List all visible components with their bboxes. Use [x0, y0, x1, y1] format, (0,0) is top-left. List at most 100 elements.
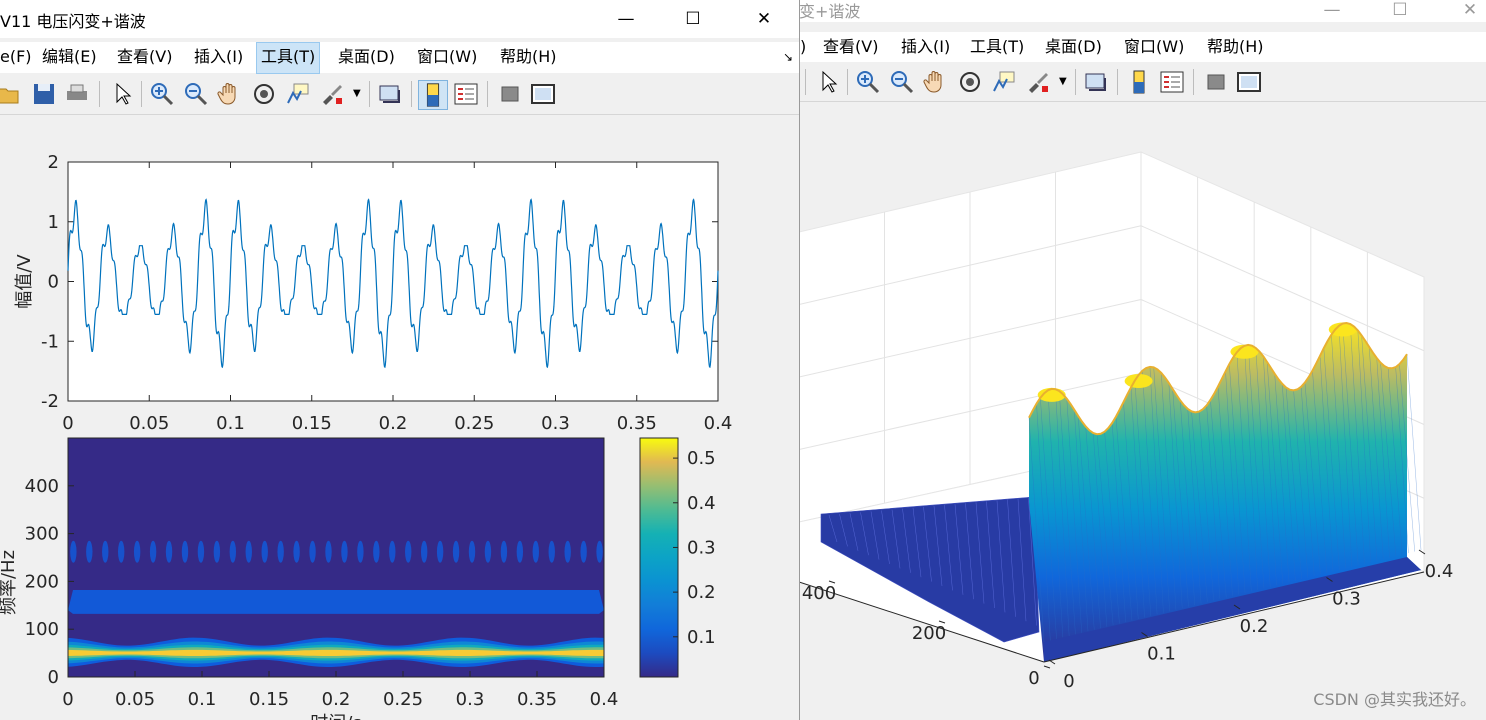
open-icon[interactable]	[0, 81, 22, 107]
line-plot[interactable]: 0 0.05 0.1 0.15 0.2 0.25 0.3 0.35 0.4 -2 -1 0 1 2 幅值/V	[0, 130, 799, 430]
band-250hz-spot	[325, 540, 332, 563]
pointer-icon[interactable]	[109, 81, 135, 107]
band-250hz-spot	[373, 540, 380, 563]
menu-tools[interactable]: 工具(T)	[256, 42, 321, 74]
menu-help[interactable]: 帮助(H)	[496, 42, 561, 72]
band-250hz-spot	[181, 540, 189, 563]
menu-file[interactable]: e(F)	[0, 42, 36, 72]
band-250hz-spot	[548, 540, 555, 563]
band-250hz-spot	[277, 540, 284, 563]
brush-icon[interactable]	[1025, 69, 1051, 95]
link-icon[interactable]	[377, 81, 403, 107]
menu-overflow-icon[interactable]: ↘	[783, 50, 793, 64]
zoom-in-icon[interactable]	[855, 69, 881, 95]
x-tick-label: 0.35	[517, 689, 557, 710]
data-cursor-icon[interactable]	[991, 69, 1017, 95]
hide-tools-icon[interactable]	[497, 81, 523, 107]
y-tick-label: 2	[48, 152, 59, 173]
colorbar-icon[interactable]	[1126, 69, 1152, 95]
menu-window[interactable]: 窗口(W)	[1120, 32, 1188, 62]
close-button[interactable]: ✕	[741, 0, 787, 38]
y-tick-label: 0	[48, 272, 59, 293]
x-tick-label: 0.25	[454, 413, 494, 430]
band-250hz-spot	[468, 540, 476, 563]
toolbar-separator	[1193, 69, 1194, 95]
y-tick-label: 300	[25, 524, 59, 545]
x-tick-label: 0	[62, 689, 73, 710]
title-bar: V11 电压闪变+谐波 — ☐ ✕	[0, 0, 799, 38]
rotate-icon[interactable]	[957, 69, 983, 95]
menu-desktop[interactable]: 桌面(D)	[1041, 32, 1106, 62]
menu-tools[interactable]: 工具(T)	[966, 32, 1028, 62]
hide-tools-icon[interactable]	[1203, 69, 1229, 95]
maximize-button[interactable]: ☐	[670, 0, 716, 38]
zoom-in-icon[interactable]	[149, 81, 175, 107]
maximize-button[interactable]: ☐	[1377, 0, 1423, 20]
dock-icon[interactable]	[530, 81, 556, 107]
close-button[interactable]: ✕	[1447, 0, 1486, 20]
menu-help[interactable]: 帮助(H)	[1203, 32, 1268, 62]
brush-dropdown-icon[interactable]: ▼	[1059, 76, 1067, 87]
band-250hz-spot	[420, 540, 428, 563]
data-cursor-icon[interactable]	[285, 81, 311, 107]
band-250hz-spot	[86, 540, 93, 563]
band-250hz-spot	[357, 540, 364, 563]
band-250hz-spot	[309, 540, 316, 563]
menu-insert[interactable]: 插入(I)	[897, 32, 954, 62]
band-250hz-spot	[389, 540, 396, 563]
colorbar-tick-label: 0.4	[687, 493, 716, 514]
band-250hz-spot	[484, 540, 492, 563]
dock-icon[interactable]	[1236, 69, 1262, 95]
surface-3d-plot[interactable]: 0 0.1 0.2 0.3 0.4 0 200 400	[799, 102, 1486, 720]
brush-icon[interactable]	[319, 81, 345, 107]
pan-icon[interactable]	[923, 69, 949, 95]
band-250hz-spot	[405, 540, 412, 563]
band-250hz-spot	[452, 540, 460, 563]
menu-desktop[interactable]: 桌面(D)	[334, 42, 399, 72]
window-title: V11 电压闪变+谐波	[0, 12, 146, 31]
legend-icon[interactable]	[453, 81, 479, 107]
x-tick-label: 0.35	[617, 413, 657, 430]
menu-view[interactable]: 查看(V)	[819, 32, 882, 62]
menu-view[interactable]: 查看(V)	[113, 42, 176, 72]
menu-insert[interactable]: 插入(I)	[190, 42, 247, 72]
band-250hz-spot	[149, 540, 157, 563]
spectrogram-plot[interactable]: 0 0.05 0.1 0.15 0.2 0.25 0.3 0.35 0.4 0 100 200 300 4…	[0, 430, 799, 720]
band-250hz-spot	[165, 540, 173, 563]
menu-edit[interactable]: )	[799, 32, 810, 62]
toolbar-separator	[805, 69, 806, 95]
save-icon[interactable]	[31, 81, 57, 107]
band-250hz-spot	[596, 540, 603, 563]
x-tick-label: 0.15	[292, 413, 332, 430]
toolbar-separator	[847, 69, 848, 95]
pointer-icon[interactable]	[815, 69, 841, 95]
y-axis-label: 幅值/V	[14, 254, 35, 309]
band-250hz-spot	[102, 540, 109, 563]
toolbar-separator	[99, 81, 100, 107]
band-250hz-spot	[70, 540, 77, 563]
rotate-icon[interactable]	[251, 81, 277, 107]
band-250hz-spot	[516, 540, 524, 563]
menu-window[interactable]: 窗口(W)	[413, 42, 481, 72]
x-tick-label: 0.2	[379, 413, 408, 430]
pan-icon[interactable]	[217, 81, 243, 107]
print-icon[interactable]	[64, 81, 90, 107]
x-tick-label: 0.05	[115, 689, 155, 710]
menu-edit[interactable]: 编辑(E)	[38, 42, 101, 72]
zoom-out-icon[interactable]	[889, 69, 915, 95]
band-250hz-spot	[564, 540, 571, 563]
toolbar-separator	[141, 81, 142, 107]
legend-icon[interactable]	[1159, 69, 1185, 95]
zoom-out-icon[interactable]	[183, 81, 209, 107]
band-250hz-spot	[261, 540, 268, 563]
colorbar-icon[interactable]	[418, 80, 448, 110]
minimize-button[interactable]: —	[1309, 0, 1355, 20]
toolbar-separator	[1117, 69, 1118, 95]
link-icon[interactable]	[1083, 69, 1109, 95]
brush-dropdown-icon[interactable]: ▼	[353, 88, 361, 99]
band-250hz-spot	[436, 540, 444, 563]
x-tick-label: 0.1	[188, 689, 217, 710]
minimize-button[interactable]: —	[603, 0, 649, 38]
band-250hz-spot	[213, 540, 221, 563]
window-title: 变+谐波	[799, 2, 861, 21]
